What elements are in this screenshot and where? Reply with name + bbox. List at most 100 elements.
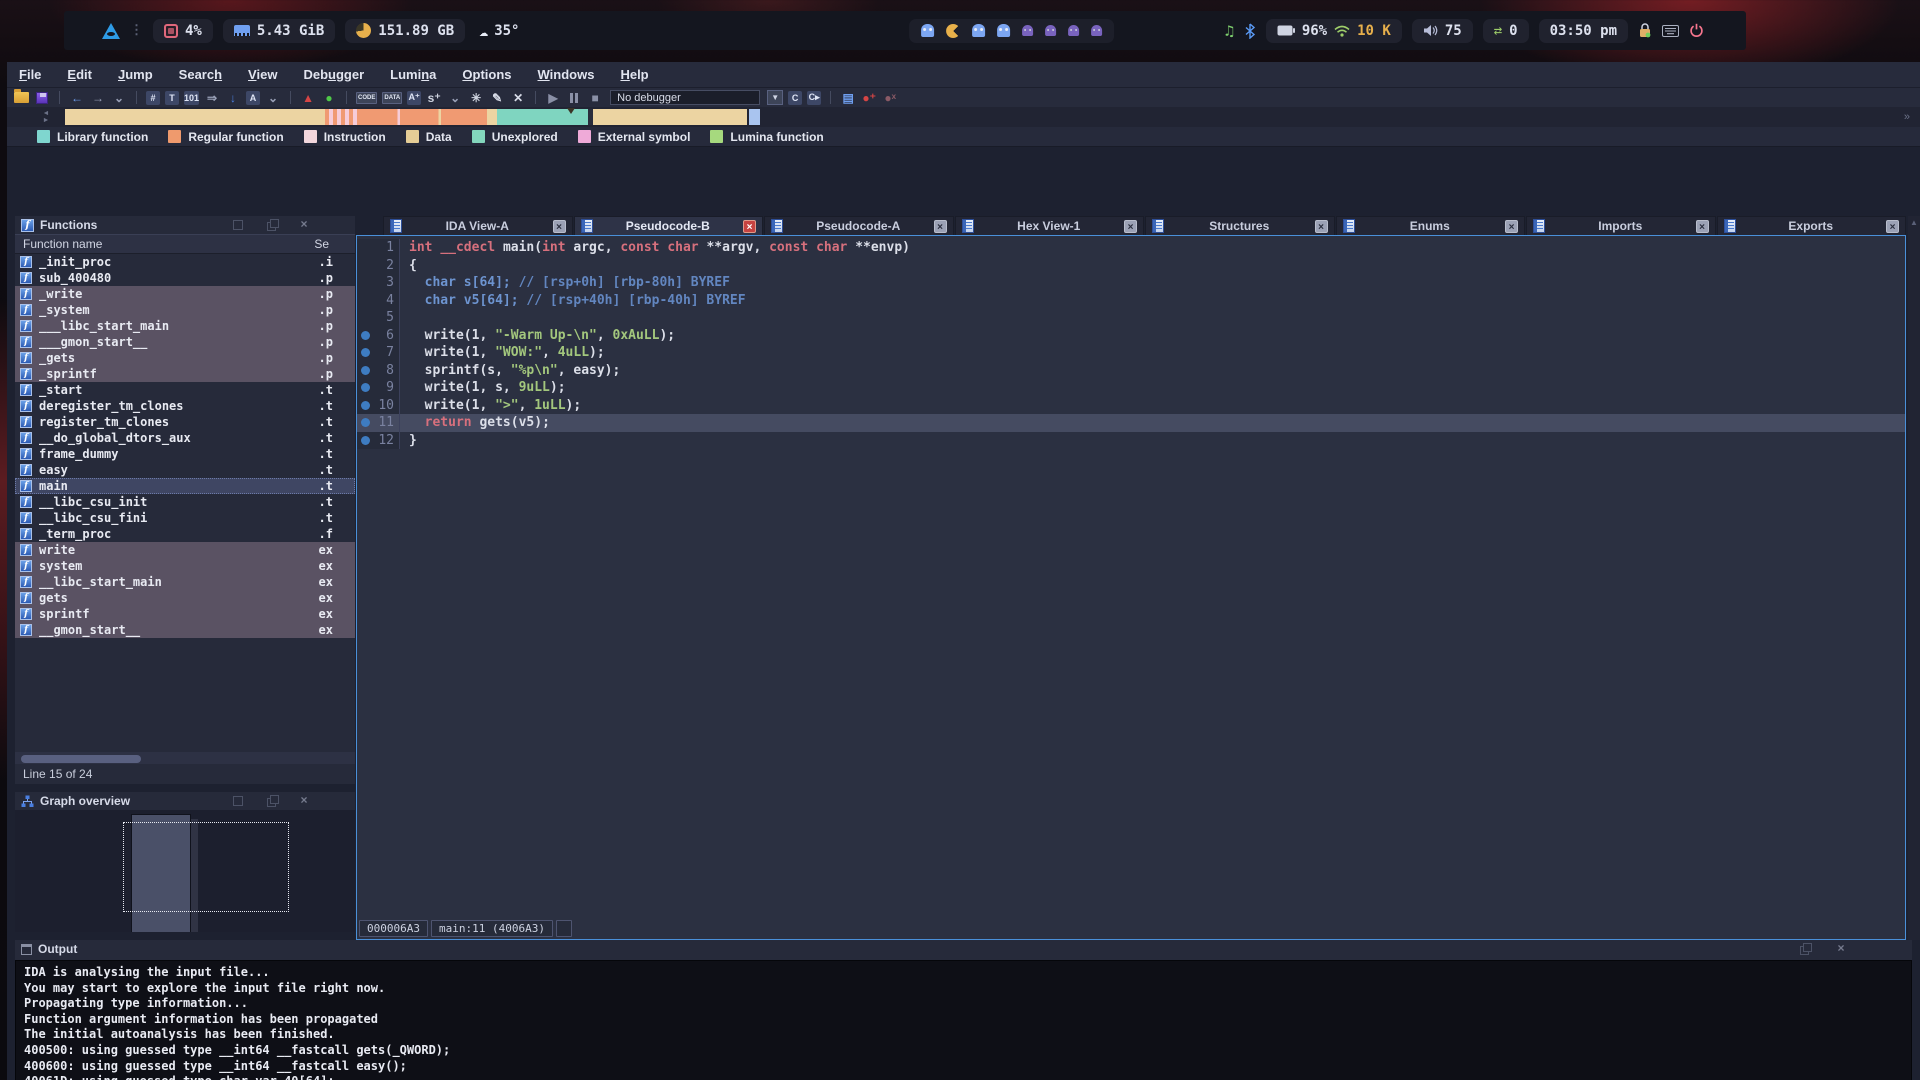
function-row[interactable]: f__gmon_start__ex — [15, 622, 355, 638]
power-icon[interactable] — [1689, 23, 1704, 38]
problems-icon[interactable]: ▲ — [300, 90, 316, 105]
functions-hscrollbar[interactable] — [15, 752, 355, 764]
float-icon[interactable] — [1800, 944, 1810, 954]
code-line[interactable]: 6 write(1, "-Warm Up-\n", 0xAuLL); — [357, 327, 1905, 345]
segments-icon[interactable]: ▤ — [840, 90, 856, 105]
code-line[interactable]: 2{ — [357, 257, 1905, 275]
graph-viewport-rect[interactable] — [123, 822, 289, 912]
ghost-icon[interactable] — [1022, 25, 1033, 36]
close-icon[interactable]: × — [1836, 944, 1846, 954]
breakpoint-add-icon[interactable]: ●⁺ — [861, 90, 877, 105]
ghost-icon[interactable] — [921, 24, 934, 37]
menu-debugger[interactable]: Debugger — [303, 67, 364, 82]
memory-widget[interactable]: 5.43 GiB — [223, 19, 335, 43]
debug-pause-icon[interactable] — [566, 90, 582, 105]
graph-panel-titlebar[interactable]: Graph overview × — [15, 792, 355, 810]
code-line[interactable]: 9 write(1, s, 9uLL); — [357, 379, 1905, 397]
undefine-icon[interactable]: ✕ — [510, 90, 526, 105]
code-line[interactable]: 11 return gets(v5); — [357, 414, 1905, 432]
navband-segment[interactable] — [487, 109, 497, 125]
function-row[interactable]: f_write.p — [15, 286, 355, 302]
ghost-icon[interactable] — [1068, 25, 1079, 36]
close-icon[interactable]: × — [299, 220, 309, 230]
function-row[interactable]: fregister_tm_clones.t — [15, 414, 355, 430]
code-line[interactable]: 8 sprintf(s, "%p\n", easy); — [357, 362, 1905, 380]
navband-segment[interactable] — [359, 109, 487, 125]
float-icon[interactable] — [267, 796, 277, 806]
nav-forward-icon[interactable]: → — [90, 90, 106, 105]
tab-close-icon[interactable]: × — [553, 220, 566, 233]
pseudocode-view[interactable]: 1int __cdecl main(int argc, const char *… — [356, 235, 1906, 940]
make-array-icon[interactable]: ✳ — [468, 90, 484, 105]
save-icon[interactable] — [34, 90, 50, 105]
attach-process-icon[interactable]: C — [788, 91, 802, 105]
code-line[interactable]: 3 char s[64]; // [rsp+0h] [rbp-80h] BYRE… — [357, 274, 1905, 292]
function-row[interactable]: fframe_dummy.t — [15, 446, 355, 462]
function-row[interactable]: f_gets.p — [15, 350, 355, 366]
open-file-icon[interactable] — [13, 90, 29, 105]
menu-search[interactable]: Search — [179, 67, 222, 82]
tab-close-icon[interactable]: × — [743, 220, 756, 233]
function-row[interactable]: f__do_global_dtors_aux.t — [15, 430, 355, 446]
navband-segment[interactable] — [593, 109, 747, 125]
keyring-icon[interactable] — [1638, 23, 1652, 38]
navband-segment[interactable] — [325, 109, 359, 125]
tab-structures[interactable]: Structures× — [1145, 216, 1335, 235]
maximize-icon[interactable] — [233, 796, 243, 806]
output-log[interactable]: IDA is analysing the input file... You m… — [15, 960, 1912, 1080]
function-row[interactable]: f_init_proc.i — [15, 254, 355, 270]
function-row[interactable]: f_sprintf.p — [15, 366, 355, 382]
volume-widget[interactable]: 75 — [1412, 19, 1473, 43]
cpu-widget[interactable]: 4% — [153, 19, 213, 43]
code-line[interactable]: 4 char v5[64]; // [rsp+40h] [rbp-40h] BY… — [357, 292, 1905, 310]
menu-file[interactable]: File — [19, 67, 41, 82]
jump-down-icon[interactable]: ↓ — [225, 90, 241, 105]
function-row[interactable]: f_start.t — [15, 382, 355, 398]
code-vscrollbar[interactable]: ▲ — [1908, 216, 1920, 940]
updates-widget[interactable]: ⇄ 0 — [1483, 19, 1529, 43]
tab-close-icon[interactable]: × — [1124, 220, 1137, 233]
ghost-icon[interactable] — [997, 24, 1010, 37]
jump-address-icon[interactable]: # — [146, 91, 160, 105]
debug-stop-icon[interactable]: ■ — [587, 90, 603, 105]
output-panel-titlebar[interactable]: Output × — [15, 940, 1912, 958]
code-line[interactable]: 12} — [357, 432, 1905, 450]
tab-enums[interactable]: Enums× — [1336, 216, 1526, 235]
code-line[interactable]: 5 — [357, 309, 1905, 327]
debugger-options-icon[interactable]: C▸ — [807, 91, 821, 105]
function-row[interactable]: fsub_400480.p — [15, 270, 355, 286]
navband-scroll-arrows[interactable]: ◄► — [35, 110, 57, 124]
functions-panel-titlebar[interactable]: f Functions × — [15, 216, 355, 234]
function-row[interactable]: f_term_proc.f — [15, 526, 355, 542]
function-row[interactable]: feasy.t — [15, 462, 355, 478]
weather-widget[interactable]: ☁ 35° — [479, 22, 519, 40]
functions-header[interactable]: Function name Se — [15, 234, 355, 254]
function-row[interactable]: fmain.t — [15, 478, 355, 494]
debugger-select-arrow[interactable]: ▼ — [767, 90, 783, 105]
menu-jump[interactable]: Jump — [118, 67, 153, 82]
bluetooth-icon[interactable] — [1244, 23, 1256, 39]
jump-xref-icon[interactable]: ⇒ — [204, 90, 220, 105]
tab-hex-view-1[interactable]: Hex View-1× — [955, 216, 1145, 235]
function-row[interactable]: fwriteex — [15, 542, 355, 558]
menu-dots-icon[interactable]: ⋮ — [130, 26, 143, 36]
battery-network-widget[interactable]: 96% 10 K — [1266, 19, 1402, 43]
navband-segment[interactable] — [65, 109, 325, 125]
function-row[interactable]: f__libc_csu_fini.t — [15, 510, 355, 526]
menu-windows[interactable]: Windows — [538, 67, 595, 82]
menu-lumina[interactable]: Lumina — [390, 67, 436, 82]
pacman-icon[interactable] — [946, 24, 960, 38]
function-row[interactable]: f___libc_start_main.p — [15, 318, 355, 334]
clock-widget[interactable]: 03:50 pm — [1539, 19, 1628, 43]
ghost-icon[interactable] — [1091, 25, 1102, 36]
ghost-icon[interactable] — [1045, 25, 1056, 36]
code-line[interactable]: 7 write(1, "WOW:", 4uLL); — [357, 344, 1905, 362]
function-row[interactable]: fderegister_tm_clones.t — [15, 398, 355, 414]
tab-close-icon[interactable]: × — [1315, 220, 1328, 233]
workspace-switcher[interactable] — [909, 19, 1114, 43]
nav-forward-menu-icon[interactable]: ⌄ — [111, 90, 127, 105]
code-line[interactable]: 10 write(1, ">", 1uLL); — [357, 397, 1905, 415]
make-data-icon[interactable]: DATA — [382, 92, 402, 104]
function-row[interactable]: fgetsex — [15, 590, 355, 606]
tab-close-icon[interactable]: × — [1505, 220, 1518, 233]
